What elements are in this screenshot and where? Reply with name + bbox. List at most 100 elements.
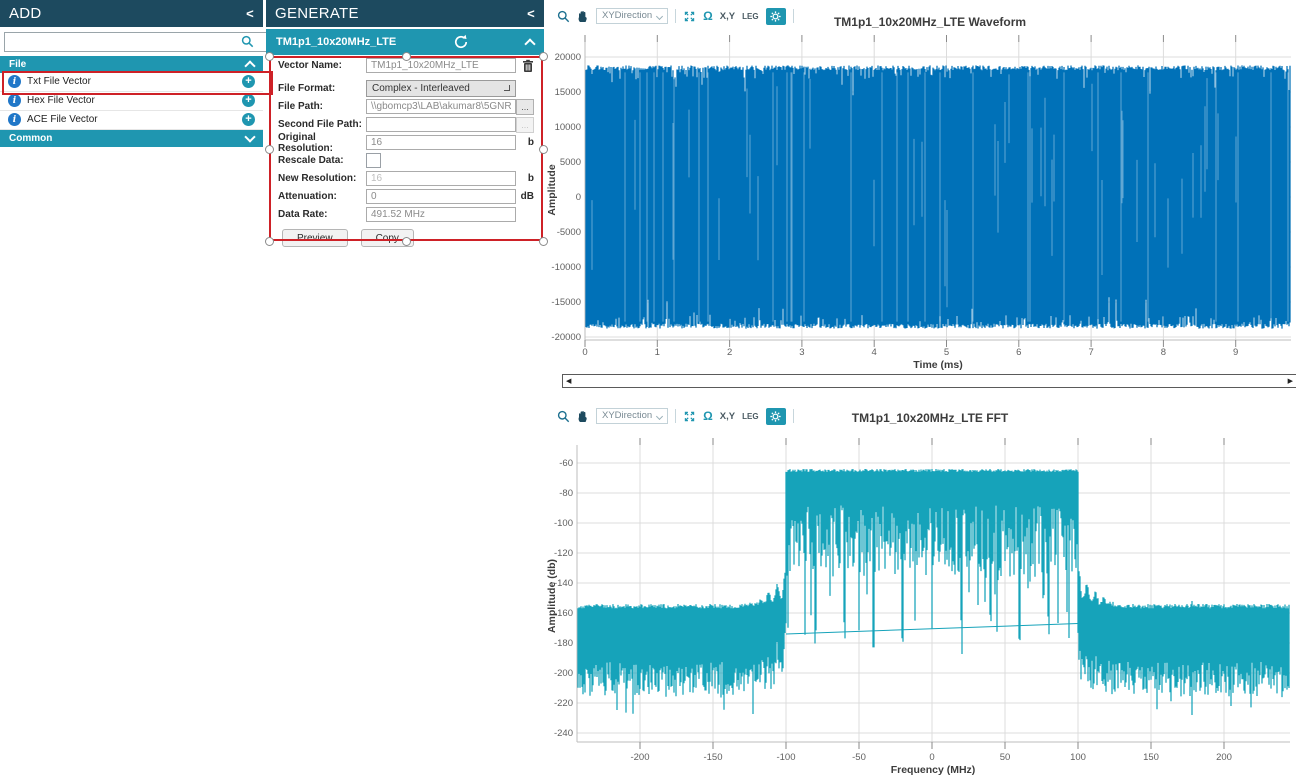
add-icon[interactable]: + xyxy=(242,75,255,88)
svg-text:-200: -200 xyxy=(630,752,649,763)
delete-button[interactable] xyxy=(516,59,534,73)
legend-toggle[interactable]: LEG xyxy=(742,12,758,21)
list-item-txt-file-vector[interactable]: i Txt File Vector + xyxy=(0,73,263,92)
scroll-left-arrow[interactable]: ◀ xyxy=(566,377,571,385)
svg-text:-100: -100 xyxy=(554,518,573,529)
app-window: ADD < File i Txt File Vector + i Hex Fil… xyxy=(0,0,1296,776)
selection-handle[interactable] xyxy=(402,52,411,61)
toolbar-divider xyxy=(793,9,794,23)
original-resolution-input[interactable] xyxy=(366,135,516,150)
info-icon[interactable]: i xyxy=(8,94,21,107)
pan-hand-icon[interactable] xyxy=(577,410,589,423)
data-rate-row: Data Rate: xyxy=(278,207,534,222)
svg-text:0: 0 xyxy=(929,752,934,763)
xy-toggle[interactable]: X,Y xyxy=(720,11,735,22)
vector-name-label: Vector Name: xyxy=(278,60,366,71)
section-file-label: File xyxy=(9,59,26,70)
add-icon[interactable]: + xyxy=(242,113,255,126)
original-resolution-row: Original Resolution: b xyxy=(278,135,534,150)
add-icon[interactable]: + xyxy=(242,94,255,107)
attenuation-row: Attenuation: dB xyxy=(278,189,534,204)
file-format-value: Complex - Interleaved xyxy=(372,83,470,94)
scroll-right-arrow[interactable]: ▶ xyxy=(1288,377,1293,385)
svg-text:-240: -240 xyxy=(554,728,573,739)
attenuation-input[interactable] xyxy=(366,189,516,204)
chevron-up-icon[interactable] xyxy=(524,38,535,49)
refresh-icon[interactable] xyxy=(453,34,469,50)
zoom-icon[interactable] xyxy=(557,410,570,423)
xy-toggle[interactable]: X,Y xyxy=(720,411,735,422)
selection-handle[interactable] xyxy=(539,145,548,154)
xy-direction-dropdown[interactable]: XYDirection xyxy=(596,408,668,424)
rescale-data-checkbox[interactable] xyxy=(366,153,381,168)
fft-toolbar: XYDirection Ω X,Y LEG xyxy=(557,407,794,425)
preview-button[interactable]: Preview xyxy=(282,229,348,247)
selection-handle[interactable] xyxy=(539,52,548,61)
waveform-toolbar: XYDirection Ω X,Y LEG xyxy=(557,7,794,25)
legend-toggle[interactable]: LEG xyxy=(742,412,758,421)
svg-text:Amplitude (db): Amplitude (db) xyxy=(546,559,558,633)
chevron-down-icon xyxy=(656,413,663,420)
section-file[interactable]: File xyxy=(0,56,263,73)
list-item-label: Hex File Vector xyxy=(27,95,95,106)
selection-handle[interactable] xyxy=(539,237,548,246)
section-common[interactable]: Common xyxy=(0,130,263,147)
file-path-input[interactable] xyxy=(366,99,516,114)
xy-direction-dropdown[interactable]: XYDirection xyxy=(596,8,668,24)
svg-text:3: 3 xyxy=(799,347,804,358)
svg-text:5000: 5000 xyxy=(560,157,581,168)
svg-text:7: 7 xyxy=(1088,347,1093,358)
section-common-label: Common xyxy=(9,133,52,144)
charts-area: XYDirection Ω X,Y LEG TM1p1_10x20MHz_LTE… xyxy=(545,0,1296,776)
collapse-left-icon[interactable]: < xyxy=(246,6,254,21)
pan-hand-icon[interactable] xyxy=(577,10,589,23)
svg-text:20000: 20000 xyxy=(555,52,581,63)
browse-button-disabled[interactable]: ... xyxy=(516,117,534,133)
search-input[interactable] xyxy=(4,32,271,52)
svg-text:50: 50 xyxy=(1000,752,1011,763)
fit-to-screen-icon[interactable] xyxy=(683,10,696,23)
info-icon[interactable]: i xyxy=(8,75,21,88)
omega-icon[interactable]: Ω xyxy=(703,410,713,422)
waveform-scrollbar[interactable]: ◀ ▶ xyxy=(562,374,1296,388)
list-item-hex-file-vector[interactable]: i Hex File Vector + xyxy=(0,92,263,111)
info-icon[interactable]: i xyxy=(8,113,21,126)
second-file-path-label: Second File Path: xyxy=(278,119,366,130)
second-file-path-input[interactable] xyxy=(366,117,516,132)
chart-settings-button[interactable] xyxy=(766,408,786,425)
omega-icon[interactable]: Ω xyxy=(703,10,713,22)
add-panel-header: ADD < xyxy=(0,0,263,27)
rescale-data-row: Rescale Data: xyxy=(278,153,534,168)
svg-text:-50: -50 xyxy=(852,752,866,763)
selection-handle[interactable] xyxy=(402,237,411,246)
toolbar-divider xyxy=(675,409,676,423)
selection-handle[interactable] xyxy=(265,145,274,154)
vector-name-input[interactable] xyxy=(366,58,516,73)
svg-text:-180: -180 xyxy=(554,638,573,649)
data-rate-label: Data Rate: xyxy=(278,209,366,220)
chart-settings-button[interactable] xyxy=(766,8,786,25)
chevron-down-icon xyxy=(504,85,510,91)
selection-handle[interactable] xyxy=(265,52,274,61)
search-icon[interactable] xyxy=(241,35,254,53)
data-rate-input[interactable] xyxy=(366,207,516,222)
file-path-label: File Path: xyxy=(278,101,366,112)
svg-text:-10000: -10000 xyxy=(551,262,581,273)
selection-handle[interactable] xyxy=(265,237,274,246)
svg-text:0: 0 xyxy=(582,347,587,358)
file-format-select[interactable]: Complex - Interleaved xyxy=(366,80,516,97)
svg-text:-120: -120 xyxy=(554,548,573,559)
fit-to-screen-icon[interactable] xyxy=(683,410,696,423)
collapse-right-icon[interactable]: < xyxy=(527,6,535,21)
new-resolution-input[interactable] xyxy=(366,171,516,186)
unit-label: dB xyxy=(521,191,534,202)
svg-text:2: 2 xyxy=(727,347,732,358)
attenuation-label: Attenuation: xyxy=(278,191,366,202)
generate-panel-title: GENERATE xyxy=(275,5,359,22)
list-item-ace-file-vector[interactable]: i ACE File Vector + xyxy=(0,111,263,130)
add-panel: ADD < File i Txt File Vector + i Hex Fil… xyxy=(0,0,263,776)
zoom-icon[interactable] xyxy=(557,10,570,23)
browse-button[interactable]: ... xyxy=(516,99,534,115)
svg-text:200: 200 xyxy=(1216,752,1232,763)
file-path-row: File Path: ... xyxy=(278,99,534,114)
